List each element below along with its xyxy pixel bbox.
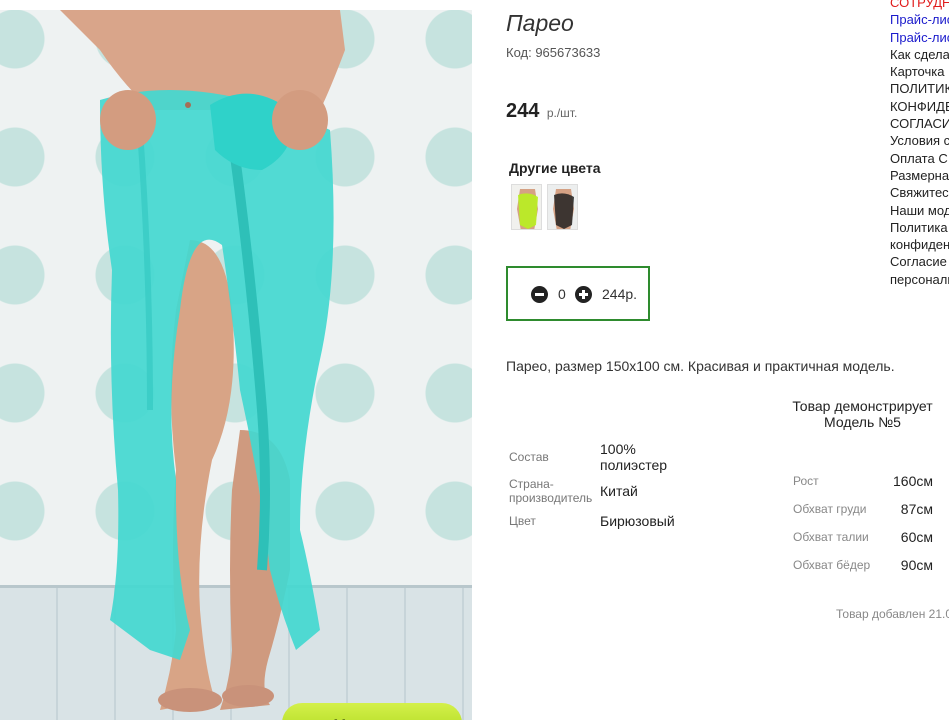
- product-code: Код: 965673633: [506, 45, 601, 60]
- color-swatch-black[interactable]: [547, 184, 578, 230]
- spec-value-color: Бирюзовый: [600, 513, 675, 529]
- side-menu-item[interactable]: Прайс-лист: [890, 11, 949, 28]
- model-figure: [60, 10, 345, 712]
- price-value: 244: [506, 100, 540, 122]
- side-menu-item[interactable]: Размерная: [890, 167, 949, 184]
- side-menu-item[interactable]: СОТРУДНИ: [890, 0, 949, 11]
- color-swatch-green[interactable]: [511, 184, 542, 230]
- side-menu-item[interactable]: Согласие: [890, 253, 949, 270]
- side-menu-item[interactable]: Условия с: [890, 132, 949, 149]
- price-block: 244 р./шт.: [506, 100, 577, 123]
- side-menu-item[interactable]: СОГЛАСИЕ: [890, 115, 949, 132]
- product-title: Парео: [506, 10, 574, 36]
- zoom-button[interactable]: + Увеличить: [282, 703, 462, 720]
- side-menu-item[interactable]: Прайс-лист: [890, 29, 949, 46]
- spec-value-country: Китай: [600, 483, 638, 499]
- spec-value-composition: 100% полиэстер: [600, 441, 668, 473]
- product-description: Парео, размер 150x100 см. Красивая и пра…: [506, 358, 895, 374]
- side-menu-item[interactable]: ПОЛИТИКА: [890, 80, 949, 97]
- side-menu-item[interactable]: Свяжитесь: [890, 184, 949, 201]
- side-menu-item[interactable]: КОНФИДЕНЦ: [890, 98, 949, 115]
- quantity-sum: 244р.: [602, 286, 638, 302]
- spec-label-country: Страна-производитель: [509, 477, 593, 505]
- other-colors-title: Другие цвета: [509, 160, 601, 176]
- plus-icon[interactable]: [575, 286, 592, 303]
- model-param-label: Рост: [793, 474, 819, 488]
- model-param-label: Обхват талии: [793, 530, 869, 544]
- model-param-label: Обхват бёдер: [793, 558, 871, 572]
- side-menu: СОТРУДНИ Прайс-лист Прайс-лист Как сдела…: [890, 0, 949, 288]
- swatch-black-image: [548, 185, 577, 229]
- model-param-label: Обхват груди: [793, 502, 867, 516]
- model-param-value: 60см: [900, 529, 933, 545]
- side-menu-item[interactable]: Как сделать: [890, 46, 949, 63]
- side-menu-item[interactable]: Наши мод: [890, 202, 949, 219]
- model-param-value: 90см: [900, 557, 933, 573]
- spec-label-composition: Состав: [509, 450, 549, 464]
- side-menu-item[interactable]: конфиденц: [890, 236, 949, 253]
- side-menu-item[interactable]: Карточка: [890, 63, 949, 80]
- product-photo[interactable]: [0, 10, 472, 720]
- quantity-value[interactable]: 0: [558, 286, 566, 302]
- side-menu-item[interactable]: персональ: [890, 271, 949, 288]
- added-date: Товар добавлен 21.0: [836, 607, 949, 621]
- side-menu-item[interactable]: Оплата С: [890, 150, 949, 167]
- spec-label-color: Цвет: [509, 514, 536, 528]
- price-unit: р./шт.: [546, 106, 578, 120]
- quantity-stepper: 0 244р.: [506, 266, 650, 321]
- side-menu-item[interactable]: Политика: [890, 219, 949, 236]
- minus-icon[interactable]: [531, 286, 548, 303]
- model-param-value: 87см: [900, 501, 933, 517]
- model-param-value: 160см: [893, 473, 933, 489]
- model-heading: Товар демонстрирует Модель №5: [792, 398, 933, 430]
- swatch-green-image: [512, 185, 541, 229]
